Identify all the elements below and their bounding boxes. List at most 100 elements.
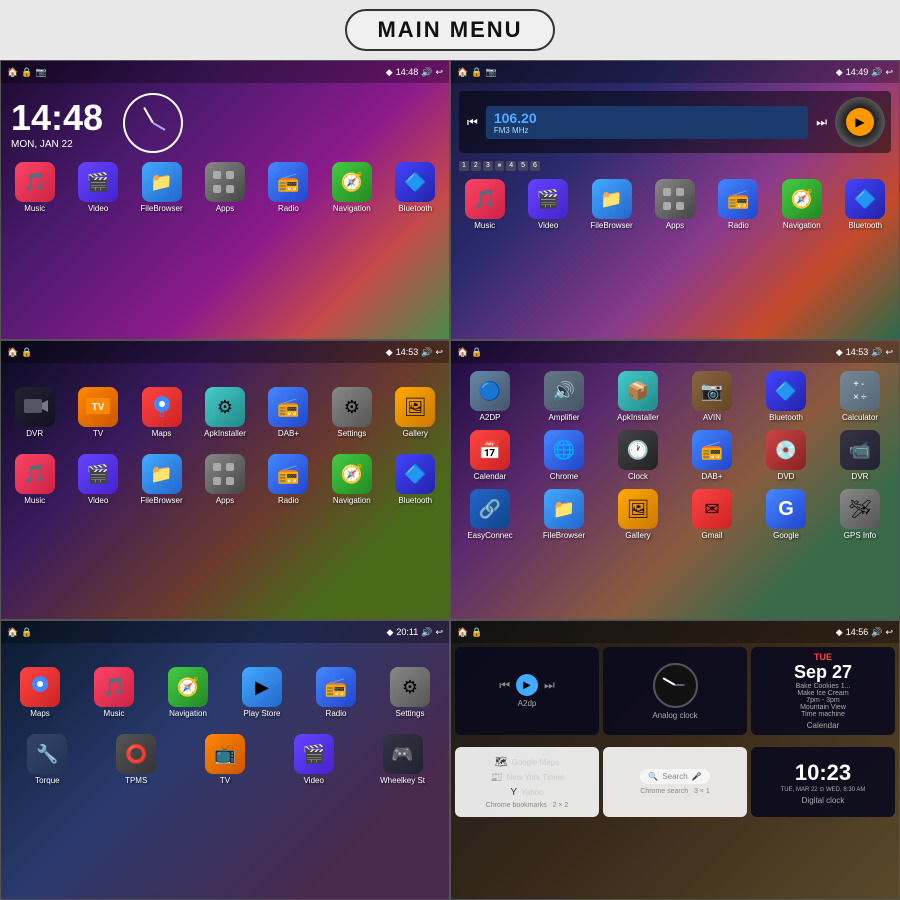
home-icon: 🏠 xyxy=(7,67,18,78)
preset-4[interactable]: 4 xyxy=(506,161,516,171)
app-video-3[interactable]: 🎬 Video xyxy=(71,454,126,505)
lock-icon: 🔒 xyxy=(21,67,32,78)
signal-icon-2: ◆ xyxy=(836,67,843,78)
radio-prev[interactable]: ⏮ xyxy=(465,115,480,130)
app-apps-1[interactable]: Apps xyxy=(197,162,252,213)
status-bar-1: 🏠 🔒 📷 ◆ 14:48 🔊 ↩ xyxy=(1,61,449,83)
main-menu-badge: MAIN MENU xyxy=(345,9,554,51)
yahoo-link[interactable]: Yahoo xyxy=(521,788,544,797)
app-apps-3[interactable]: Apps xyxy=(197,454,252,505)
app-radio-5[interactable]: 📻 Radio xyxy=(309,667,364,718)
app-maps-3[interactable]: G Maps xyxy=(134,387,189,438)
app-bluetooth-4[interactable]: 🔷 Bluetooth xyxy=(759,371,814,422)
app-filebrowser-2[interactable]: 📁 FileBrowser xyxy=(584,179,639,230)
page-header: MAIN MENU xyxy=(0,0,900,60)
app-wheelkey[interactable]: 🎮 Wheelkey St xyxy=(375,734,430,785)
app-navigation-5[interactable]: 🧭 Navigation xyxy=(161,667,216,718)
radio-band: FM3 MHz xyxy=(494,126,800,135)
app-music-5[interactable]: 🎵 Music xyxy=(87,667,142,718)
app-gallery-4[interactable]: 🖼 Gallery xyxy=(611,489,666,540)
app-bluetooth-2[interactable]: 🔷 Bluetooth xyxy=(838,179,893,230)
app-apkinstaller-4[interactable]: 📦 ApkInstaller xyxy=(611,371,666,422)
preset-3[interactable]: 3 xyxy=(483,161,493,171)
app-maps-5[interactable]: Maps xyxy=(13,667,68,718)
widget-a2dp-label: A2dp xyxy=(518,699,537,708)
app-torque[interactable]: 🔧 Torque xyxy=(20,734,75,785)
app-video-5[interactable]: 🎬 Video xyxy=(286,734,341,785)
app-dvd[interactable]: 💿 DVD xyxy=(759,430,814,481)
app-filebrowser-1[interactable]: 📁 FileBrowser xyxy=(134,162,189,213)
app-navigation-1[interactable]: 🧭 Navigation xyxy=(324,162,379,213)
nyt-link[interactable]: New York Times xyxy=(507,773,564,782)
app-tv-3[interactable]: TV TV xyxy=(71,387,126,438)
pause-btn[interactable]: ⏸ xyxy=(495,161,505,171)
preset-6[interactable]: 6 xyxy=(530,161,540,171)
app-dvr-4[interactable]: 📹 DVR xyxy=(833,430,888,481)
app-easyconnec[interactable]: 🔗 EasyConnec xyxy=(463,489,518,540)
app-apkinstaller-3[interactable]: ⚙ ApkInstaller xyxy=(197,387,252,438)
app-chrome[interactable]: 🌐 Chrome xyxy=(537,430,592,481)
preset-2[interactable]: 2 xyxy=(471,161,481,171)
widget-calendar[interactable]: TUE Sep 27 Bake Cookies 1... Make Ice Cr… xyxy=(751,647,895,735)
app-playstore[interactable]: ▶ Play Store xyxy=(235,667,290,718)
app-music-3[interactable]: 🎵 Music xyxy=(7,454,62,505)
app-filebrowser-3[interactable]: 📁 FileBrowser xyxy=(134,454,189,505)
volume-icon-2: 🔊 xyxy=(871,67,882,78)
preset-5[interactable]: 5 xyxy=(518,161,528,171)
svg-text:TV: TV xyxy=(92,402,105,413)
widget-a2dp[interactable]: ⏮ ▶ ⏭ A2dp xyxy=(455,647,599,735)
app-video-2[interactable]: 🎬 Video xyxy=(521,179,576,230)
app-calculator[interactable]: +-×÷ Calculator xyxy=(833,371,888,422)
app-navigation-2[interactable]: 🧭 Navigation xyxy=(774,179,829,230)
app-dab-3[interactable]: 📻 DAB+ xyxy=(261,387,316,438)
back-icon-5: ↩ xyxy=(435,627,443,638)
app-google[interactable]: G Google xyxy=(759,489,814,540)
app-bluetooth-3[interactable]: 🔷 Bluetooth xyxy=(388,454,443,505)
radio-display: 106.20 FM3 MHz xyxy=(486,106,808,139)
mic-icon[interactable]: 🎤 xyxy=(692,772,702,781)
signal-icon-5: ◆ xyxy=(386,627,393,638)
app-gallery-3[interactable]: 🖼 Gallery xyxy=(388,387,443,438)
app-gmail[interactable]: ✉ Gmail xyxy=(685,489,740,540)
app-tv-5[interactable]: 📺 TV xyxy=(197,734,252,785)
google-maps-link[interactable]: Google Maps xyxy=(512,758,560,767)
preset-1[interactable]: 1 xyxy=(459,161,469,171)
app-dab-4[interactable]: 📻 DAB+ xyxy=(685,430,740,481)
app-amplifier[interactable]: 🔊 Amplifier xyxy=(537,371,592,422)
search-placeholder[interactable]: Search xyxy=(662,772,687,781)
camera-icon: 📷 xyxy=(35,67,46,78)
app-music-2[interactable]: 🎵 Music xyxy=(457,179,512,230)
radio-next[interactable]: ⏭ xyxy=(814,115,829,130)
status-bar-6: 🏠 🔒 ◆ 14:56 🔊 ↩ xyxy=(451,621,899,643)
radio-freq: 106.20 xyxy=(494,110,800,126)
app-radio-2[interactable]: 📻 Radio xyxy=(711,179,766,230)
screen-3: 🏠 🔒 ◆ 14:53 🔊 ↩ DVR TV xyxy=(0,340,450,620)
app-a2dp[interactable]: 🔵 A2DP xyxy=(463,371,518,422)
a2dp-play[interactable]: ▶ xyxy=(516,674,538,696)
app-dvr-3[interactable]: DVR xyxy=(7,387,62,438)
app-radio-1[interactable]: 📻 Radio xyxy=(261,162,316,213)
app-calendar[interactable]: 📅 Calendar xyxy=(463,430,518,481)
screen-6: 🏠 🔒 ◆ 14:56 🔊 ↩ ⏮ ▶ ⏭ A2dp xyxy=(450,620,900,900)
app-navigation-3[interactable]: 🧭 Navigation xyxy=(324,454,379,505)
app-settings-5[interactable]: ⚙ Settings xyxy=(383,667,438,718)
digital-date: MON, JAN 22 xyxy=(11,139,103,150)
app-avin[interactable]: 📷 AVIN xyxy=(685,371,740,422)
app-apps-2[interactable]: Apps xyxy=(647,179,702,230)
app-bluetooth-1[interactable]: 🔷 Bluetooth xyxy=(388,162,443,213)
play-button[interactable]: ▶ xyxy=(846,108,874,136)
widget-chrome-search[interactable]: 🔍 Search 🎤 Chrome search 3 × 1 xyxy=(603,747,747,817)
a2dp-next[interactable]: ⏭ xyxy=(544,678,555,693)
app-clock[interactable]: 🕐 Clock xyxy=(611,430,666,481)
app-tpms[interactable]: ⭕ TPMS xyxy=(109,734,164,785)
app-video-1[interactable]: 🎬 Video xyxy=(71,162,126,213)
app-filebrowser-4[interactable]: 📁 FileBrowser xyxy=(537,489,592,540)
app-music-1[interactable]: 🎵 Music xyxy=(7,162,62,213)
back-icon-3: ↩ xyxy=(435,347,443,358)
a2dp-prev[interactable]: ⏮ xyxy=(499,678,510,693)
app-gpsinfo[interactable]: 🛩 GPS Info xyxy=(833,489,888,540)
widget-chrome-bookmarks[interactable]: 🗺 Google Maps 📰 New York Times Y Yahoo C… xyxy=(455,747,599,817)
app-radio-3[interactable]: 📻 Radio xyxy=(261,454,316,505)
widget-digital-clock: 10:23 TUE, MAR 22 ⊙ WED, 8:30 AM Digital… xyxy=(751,747,895,817)
app-settings-3[interactable]: ⚙ Settings xyxy=(324,387,379,438)
